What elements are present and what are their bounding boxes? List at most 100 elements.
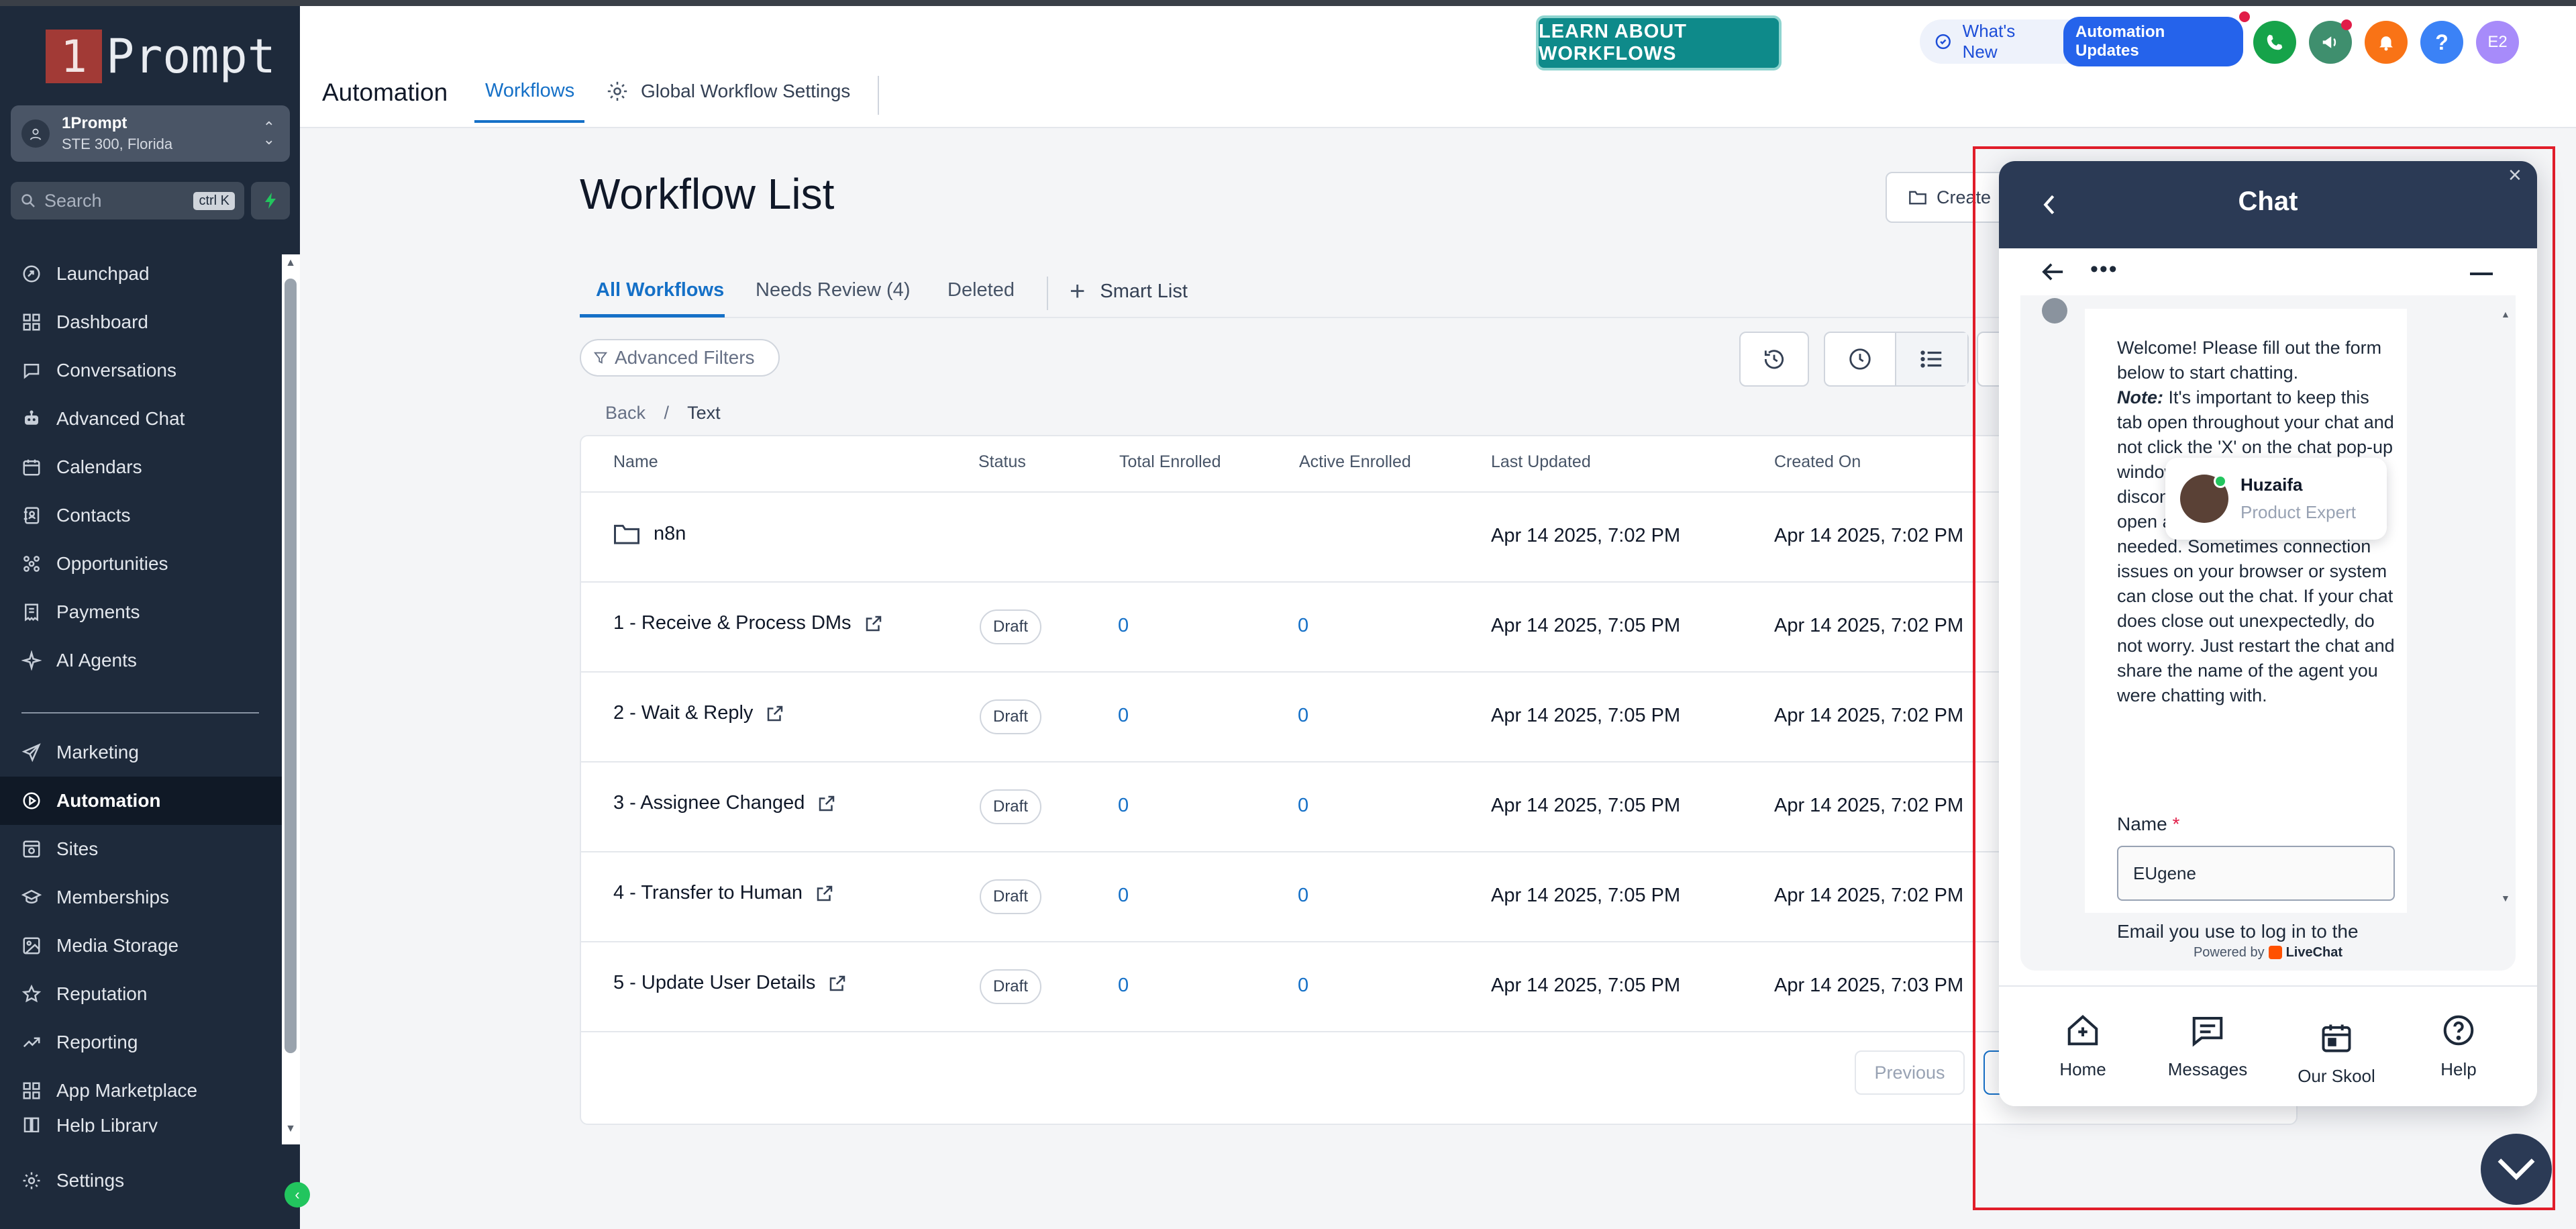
- breadcrumb-back[interactable]: Back: [605, 403, 646, 423]
- sidebar-item-launchpad[interactable]: Launchpad: [0, 250, 282, 298]
- workflow-name-link[interactable]: 4 - Transfer to Human: [613, 882, 835, 904]
- chat-nav-home[interactable]: Home: [2032, 1012, 2133, 1080]
- notifications-button[interactable]: [2365, 21, 2408, 64]
- minimize-icon[interactable]: [2470, 273, 2493, 275]
- avatar-initials: E2: [2487, 33, 2508, 51]
- folder-name-cell[interactable]: n8n: [613, 522, 686, 545]
- external-link-icon[interactable]: [864, 613, 884, 634]
- external-link-icon[interactable]: [765, 703, 785, 724]
- external-link-icon[interactable]: [827, 973, 847, 993]
- brand-logo[interactable]: 1 Prompt: [46, 29, 276, 84]
- tab-needs-review[interactable]: Needs Review (4): [756, 279, 910, 301]
- row-active-enrolled[interactable]: 0: [1298, 795, 1308, 817]
- status-badge: Draft: [980, 879, 1041, 914]
- sidebar-item-reputation[interactable]: Reputation: [0, 970, 282, 1018]
- row-active-enrolled[interactable]: 0: [1298, 705, 1308, 727]
- smart-list-button[interactable]: + Smart List: [1070, 277, 1188, 307]
- column-header-active-enrolled[interactable]: Active Enrolled: [1299, 452, 1411, 472]
- announcements-button[interactable]: [2309, 19, 2352, 64]
- row-name: 3 - Assignee Changed: [613, 792, 805, 814]
- row-active-enrolled[interactable]: 0: [1298, 615, 1308, 637]
- column-header-status[interactable]: Status: [978, 452, 1026, 472]
- scroll-down-arrow-icon[interactable]: ▼: [2501, 893, 2510, 903]
- arrow-left-icon[interactable]: [2042, 262, 2065, 282]
- tab-workflows[interactable]: Workflows: [485, 80, 574, 102]
- chat-title: Chat: [2238, 187, 2298, 216]
- column-header-name[interactable]: Name: [613, 452, 658, 472]
- row-active-enrolled[interactable]: 0: [1298, 885, 1308, 907]
- help-button[interactable]: ?: [2420, 21, 2463, 64]
- tab-all-workflows[interactable]: All Workflows: [596, 279, 724, 301]
- advanced-filters-button[interactable]: Advanced Filters: [580, 339, 780, 377]
- chat-nav-help[interactable]: Help: [2408, 1012, 2509, 1080]
- sidebar-search[interactable]: Search ctrl K: [11, 182, 244, 219]
- row-total-enrolled[interactable]: 0: [1118, 705, 1129, 727]
- sidebar-item-media-storage[interactable]: Media Storage: [0, 922, 282, 970]
- learn-about-workflows-button[interactable]: LEARN ABOUT WORKFLOWS: [1536, 15, 1782, 70]
- column-header-total-enrolled[interactable]: Total Enrolled: [1119, 452, 1221, 472]
- advanced-filters-label: Advanced Filters: [615, 347, 755, 368]
- powered-by-footer[interactable]: Powered by LiveChat: [2020, 945, 2516, 961]
- scroll-up-arrow-icon[interactable]: ▲: [283, 257, 298, 269]
- column-header-created-on[interactable]: Created On: [1774, 452, 1861, 472]
- row-total-enrolled[interactable]: 0: [1118, 975, 1129, 997]
- chat-nav-our-skool[interactable]: Our Skool: [2286, 1020, 2387, 1087]
- sidebar-item-label: Reporting: [56, 1032, 138, 1052]
- sidebar-item-automation[interactable]: Automation: [0, 777, 282, 825]
- row-total-enrolled[interactable]: 0: [1118, 885, 1129, 907]
- phone-button[interactable]: [2253, 21, 2296, 64]
- trend-icon: [23, 1037, 40, 1048]
- sidebar-item-settings[interactable]: Settings: [21, 1170, 124, 1191]
- sidebar-item-reporting[interactable]: Reporting: [0, 1018, 282, 1067]
- sidebar-item-ai-agents[interactable]: AI Agents: [0, 636, 282, 685]
- chat-toggle-button[interactable]: [2481, 1134, 2552, 1205]
- row-total-enrolled[interactable]: 0: [1118, 615, 1129, 637]
- sidebar-item-opportunities[interactable]: Opportunities: [0, 540, 282, 588]
- workflow-name-link[interactable]: 2 - Wait & Reply: [613, 702, 785, 724]
- pagination-previous-button[interactable]: Previous: [1855, 1050, 1965, 1095]
- sidebar-item-calendars[interactable]: Calendars: [0, 443, 282, 491]
- sidebar-item-app-marketplace[interactable]: App Marketplace: [0, 1067, 282, 1115]
- sidebar-scroll-thumb[interactable]: [285, 279, 297, 1053]
- more-options-icon[interactable]: •••: [2090, 256, 2118, 283]
- list-view-button[interactable]: [1896, 333, 1967, 385]
- workflow-name-link[interactable]: 1 - Receive & Process DMs: [613, 612, 884, 634]
- close-icon[interactable]: ×: [2508, 162, 2522, 189]
- sidebar-item-marketing[interactable]: Marketing: [0, 728, 282, 777]
- row-active-enrolled[interactable]: 0: [1298, 975, 1308, 997]
- sidebar-item-sites[interactable]: Sites: [0, 825, 282, 873]
- agent-card[interactable]: Huzaifa Product Expert: [2165, 458, 2387, 540]
- history-button[interactable]: [1739, 332, 1809, 387]
- clock-view-button[interactable]: [1825, 333, 1896, 385]
- home-plus-icon: [2067, 1015, 2098, 1046]
- workflow-name-link[interactable]: 5 - Update User Details: [613, 972, 847, 994]
- sidebar-item-advanced-chat[interactable]: Advanced Chat: [0, 395, 282, 443]
- row-total-enrolled[interactable]: 0: [1118, 795, 1129, 817]
- chat-nav-messages[interactable]: Messages: [2157, 1012, 2258, 1080]
- quick-action-button[interactable]: [251, 182, 290, 219]
- external-link-icon[interactable]: [817, 793, 837, 814]
- tab-deleted[interactable]: Deleted: [947, 279, 1015, 301]
- user-avatar[interactable]: E2: [2476, 21, 2519, 64]
- sidebar-item-dashboard[interactable]: Dashboard: [0, 298, 282, 346]
- sidebar-item-label: Payments: [56, 601, 140, 622]
- column-header-last-updated[interactable]: Last Updated: [1491, 452, 1591, 472]
- chat-scrollbar[interactable]: ▲ ▼: [2498, 295, 2513, 913]
- workflow-name-link[interactable]: 3 - Assignee Changed: [613, 792, 837, 814]
- sidebar-item-payments[interactable]: Payments: [0, 588, 282, 636]
- automation-updates-badge[interactable]: Automation Updates: [2063, 11, 2250, 66]
- breadcrumb-separator: /: [664, 403, 670, 423]
- sidebar-item-conversations[interactable]: Conversations: [0, 346, 282, 395]
- tab-global-workflow-settings[interactable]: Global Workflow Settings: [606, 80, 850, 103]
- sidebar-item-contacts[interactable]: Contacts: [0, 491, 282, 540]
- rocket-icon: [1935, 34, 1951, 50]
- whats-new-pill[interactable]: What's New Automation Updates: [1920, 11, 2250, 66]
- account-switcher[interactable]: 1Prompt STE 300, Florida ⌃ ⌄: [11, 105, 290, 162]
- scroll-down-arrow-icon[interactable]: ▼: [283, 1123, 298, 1135]
- sidebar-item-help-library[interactable]: Help Library: [0, 1115, 282, 1132]
- scroll-up-arrow-icon[interactable]: ▲: [2501, 309, 2510, 319]
- name-input[interactable]: EUgene: [2117, 846, 2395, 901]
- sidebar-item-memberships[interactable]: Memberships: [0, 873, 282, 922]
- external-link-icon[interactable]: [815, 883, 835, 903]
- collapse-sidebar-button[interactable]: ‹: [285, 1182, 310, 1208]
